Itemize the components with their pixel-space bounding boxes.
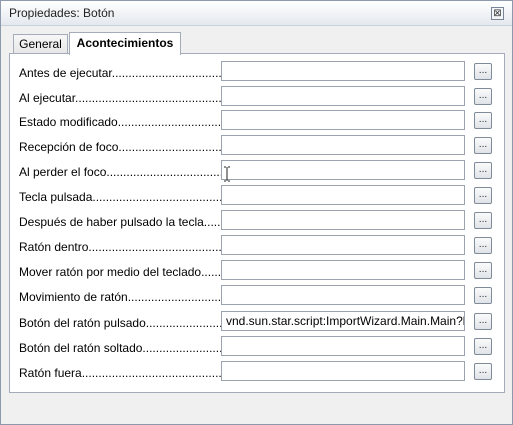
event-row-boton-raton-pulsado: Botón del ratón pulsado.................… bbox=[10, 311, 504, 333]
event-row-mover-raton-teclado: Mover ratón por medio del teclado.......… bbox=[10, 260, 504, 282]
assign-macro-button[interactable]: ... bbox=[474, 137, 492, 154]
event-label: Botón del ratón soltado.................… bbox=[19, 341, 225, 355]
event-macro-field[interactable] bbox=[221, 235, 465, 255]
event-label: Movimiento de ratón.....................… bbox=[19, 290, 225, 304]
event-label: Tecla pulsada...........................… bbox=[19, 190, 225, 204]
event-row-al-ejecutar: Al ejecutar.............................… bbox=[10, 86, 504, 108]
event-row-boton-raton-soltado: Botón del ratón soltado.................… bbox=[10, 336, 504, 358]
event-row-estado-modificado: Estado modificado.......................… bbox=[10, 110, 504, 132]
close-icon[interactable]: ⊠ bbox=[491, 7, 504, 20]
assign-macro-button[interactable]: ... bbox=[474, 363, 492, 380]
event-label: Antes de ejecutar.......................… bbox=[19, 66, 225, 80]
event-macro-field[interactable] bbox=[221, 336, 465, 356]
event-label: Ratón fuera.............................… bbox=[19, 366, 225, 380]
event-macro-field[interactable] bbox=[221, 361, 465, 381]
event-macro-field[interactable] bbox=[221, 285, 465, 305]
event-macro-field[interactable]: vnd.sun.star.script:ImportWizard.Main.Ma… bbox=[221, 311, 465, 331]
event-label: Estado modificado.......................… bbox=[19, 115, 225, 129]
assign-macro-button[interactable]: ... bbox=[474, 237, 492, 254]
event-row-raton-fuera: Ratón fuera.............................… bbox=[10, 361, 504, 383]
properties-dialog: Propiedades: Botón ⊠ General Acontecimie… bbox=[0, 0, 513, 425]
event-macro-field[interactable] bbox=[221, 260, 465, 280]
assign-macro-button[interactable]: ... bbox=[474, 313, 492, 330]
event-row-despues-de-pulsar-tecla: Después de haber pulsado la tecla.......… bbox=[10, 210, 504, 232]
event-macro-field[interactable] bbox=[221, 210, 465, 230]
assign-macro-button[interactable]: ... bbox=[474, 338, 492, 355]
event-row-al-perder-el-foco: Al perder el foco.......................… bbox=[10, 160, 504, 182]
event-macro-field[interactable] bbox=[221, 110, 465, 130]
tab-general[interactable]: General bbox=[13, 34, 68, 54]
text-cursor-icon bbox=[224, 166, 230, 182]
event-macro-field[interactable] bbox=[221, 135, 465, 155]
assign-macro-button[interactable]: ... bbox=[474, 162, 492, 179]
assign-macro-button[interactable]: ... bbox=[474, 262, 492, 279]
events-panel: Antes de ejecutar.......................… bbox=[9, 53, 505, 393]
event-row-tecla-pulsada: Tecla pulsada...........................… bbox=[10, 185, 504, 207]
event-row-recepcion-de-foco: Recepción de foco.......................… bbox=[10, 135, 504, 157]
assign-macro-button[interactable]: ... bbox=[474, 287, 492, 304]
assign-macro-button[interactable]: ... bbox=[474, 88, 492, 105]
event-label: Al perder el foco.......................… bbox=[19, 165, 225, 179]
event-macro-field[interactable] bbox=[221, 185, 465, 205]
event-macro-field[interactable] bbox=[221, 61, 465, 81]
event-label: Al ejecutar.............................… bbox=[19, 91, 225, 105]
tab-acontecimientos[interactable]: Acontecimientos bbox=[69, 32, 181, 55]
event-label: Mover ratón por medio del teclado....... bbox=[19, 265, 225, 279]
event-macro-field[interactable] bbox=[221, 160, 465, 180]
event-label: Ratón dentro............................… bbox=[19, 240, 225, 254]
title-bar[interactable]: Propiedades: Botón ⊠ bbox=[1, 1, 512, 26]
assign-macro-button[interactable]: ... bbox=[474, 212, 492, 229]
window-title: Propiedades: Botón bbox=[9, 6, 115, 20]
event-row-antes-de-ejecutar: Antes de ejecutar.......................… bbox=[10, 61, 504, 83]
event-label: Botón del ratón pulsado.................… bbox=[19, 316, 225, 330]
assign-macro-button[interactable]: ... bbox=[474, 112, 492, 129]
assign-macro-button[interactable]: ... bbox=[474, 63, 492, 80]
event-macro-field[interactable] bbox=[221, 86, 465, 106]
event-row-movimiento-de-raton: Movimiento de ratón.....................… bbox=[10, 285, 504, 307]
assign-macro-button[interactable]: ... bbox=[474, 187, 492, 204]
event-label: Recepción de foco.......................… bbox=[19, 140, 225, 154]
event-label: Después de haber pulsado la tecla....... bbox=[19, 215, 225, 229]
event-row-raton-dentro: Ratón dentro............................… bbox=[10, 235, 504, 257]
